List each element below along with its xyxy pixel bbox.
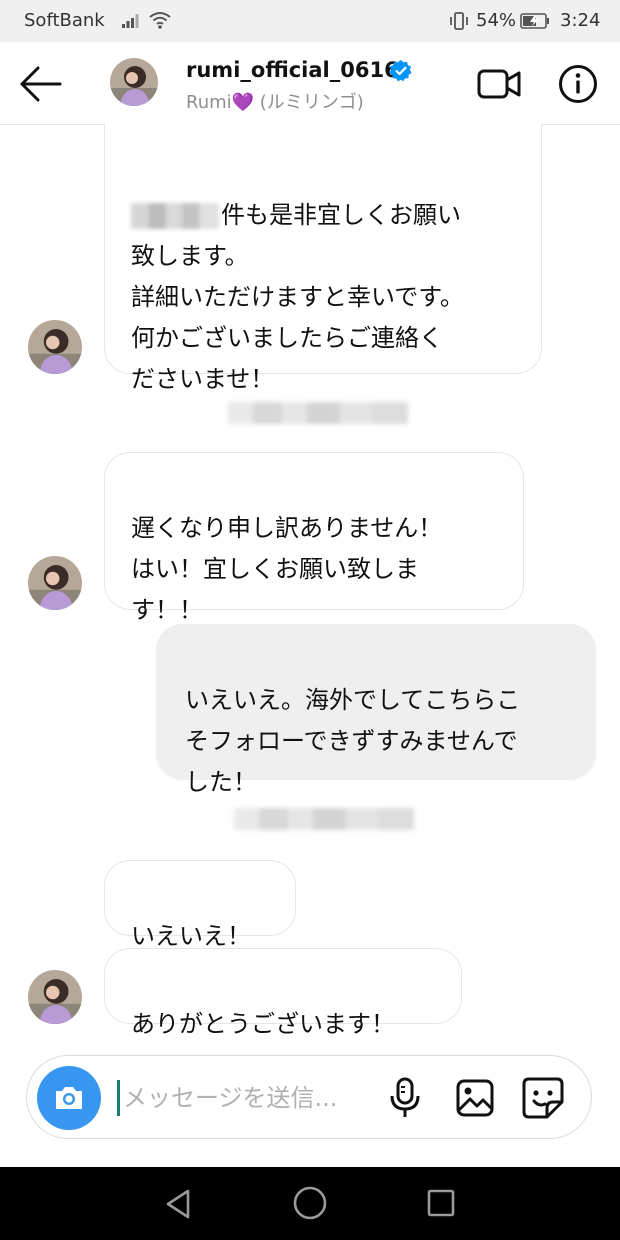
camera-icon bbox=[56, 1087, 82, 1109]
microphone-icon[interactable] bbox=[387, 1076, 423, 1120]
timestamp-redacted bbox=[228, 402, 408, 424]
clock: 3:24 bbox=[560, 10, 601, 31]
battery-icon bbox=[520, 13, 549, 29]
camera-button[interactable] bbox=[37, 1066, 101, 1130]
text-cursor bbox=[117, 1080, 120, 1116]
back-arrow-icon[interactable] bbox=[18, 64, 64, 104]
system-navigation-bar bbox=[0, 1167, 620, 1240]
chat-header: rumi_official_0616 Rumi💜 (ルミリンゴ) bbox=[0, 42, 620, 125]
message-input[interactable] bbox=[123, 1078, 373, 1118]
message-bubble-incoming[interactable]: ありがとうございます！ bbox=[104, 948, 462, 1038]
sticker-icon[interactable] bbox=[521, 1076, 565, 1120]
signal-icon bbox=[122, 14, 139, 28]
info-icon[interactable] bbox=[558, 64, 598, 104]
message-text: いえいえ。海外でしてこちらこ そフォローできずすみませんで した！ bbox=[185, 686, 521, 796]
nav-recent-apps-icon[interactable] bbox=[426, 1187, 456, 1219]
chat-subtitle: Rumi💜 (ルミリンゴ) bbox=[186, 92, 364, 113]
wifi-icon bbox=[149, 12, 171, 29]
message-composer bbox=[26, 1055, 592, 1139]
nav-home-icon[interactable] bbox=[292, 1185, 328, 1221]
message-bubble-outgoing[interactable]: いえいえ。海外でしてこちらこ そフォローできずすみませんで した！ bbox=[156, 624, 596, 796]
sender-avatar[interactable] bbox=[28, 970, 82, 1024]
verified-badge-icon bbox=[390, 60, 412, 82]
sender-avatar[interactable] bbox=[28, 320, 82, 374]
profile-avatar[interactable] bbox=[110, 58, 158, 106]
video-call-icon[interactable] bbox=[476, 66, 522, 102]
status-bar: SoftBank 54% 3:24 bbox=[0, 0, 620, 42]
message-bubble-incoming[interactable]: 遅くなり申し訳ありません！ はい！宜しくお願い致しま す！！ bbox=[104, 452, 524, 624]
timestamp-redacted bbox=[234, 808, 414, 830]
gallery-icon[interactable] bbox=[455, 1078, 495, 1118]
carrier-label: SoftBank bbox=[24, 10, 105, 31]
message-bubble-incoming[interactable]: 件も是非宜しくお願い 致します。 詳細いただけますと幸いです。 何かございました… bbox=[104, 124, 542, 393]
message-bubble-incoming[interactable]: いえいえ！ bbox=[104, 860, 296, 950]
message-text: ありがとうございます！ bbox=[131, 1010, 395, 1038]
message-text: 遅くなり申し訳ありません！ はい！宜しくお願い致しま す！！ bbox=[131, 514, 443, 624]
vibrate-icon bbox=[450, 12, 468, 30]
message-text: いえいえ！ bbox=[131, 922, 251, 950]
sender-avatar[interactable] bbox=[28, 556, 82, 610]
nav-back-icon[interactable] bbox=[162, 1187, 194, 1221]
chat-username[interactable]: rumi_official_0616 bbox=[186, 58, 399, 82]
battery-percent: 54% bbox=[476, 10, 517, 31]
redacted-text bbox=[131, 203, 219, 229]
message-text: 件も是非宜しくお願い 致します。 詳細いただけますと幸いです。 何かございました… bbox=[131, 201, 464, 393]
